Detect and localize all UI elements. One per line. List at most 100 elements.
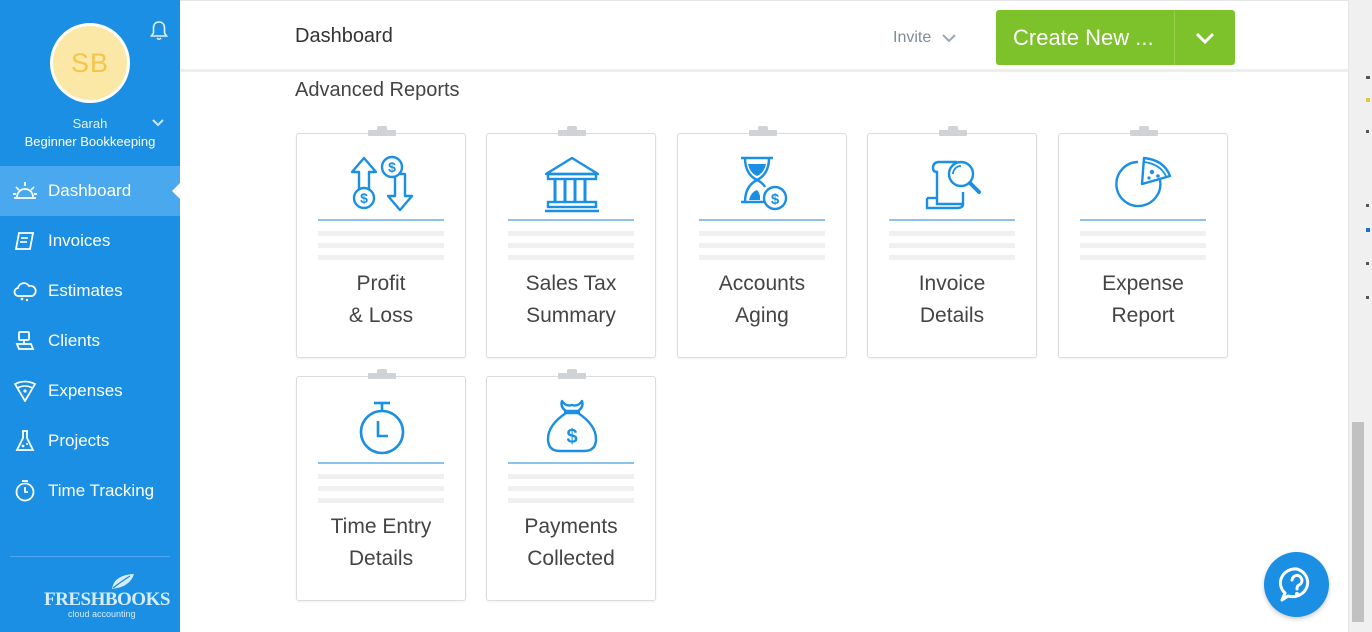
client-icon: [12, 328, 38, 354]
logo-text: FRESHBOOKS: [44, 589, 170, 610]
project-flask-icon: [12, 428, 38, 454]
report-label: Invoice Details: [868, 268, 1036, 332]
page-title: Dashboard: [295, 25, 393, 47]
sidebar-item-dashboard[interactable]: Dashboard: [0, 166, 180, 216]
card-placeholder-line: [1080, 243, 1206, 248]
card-placeholder-line: [508, 498, 634, 503]
create-new-dropdown[interactable]: [1175, 10, 1235, 65]
card-divider: [508, 219, 634, 221]
card-placeholder-line: [318, 498, 444, 503]
report-label: Expense Report: [1059, 268, 1227, 332]
clip-icon: [368, 126, 396, 136]
sidebar-item-label: Projects: [48, 431, 110, 450]
sidebar-item-projects[interactable]: Projects: [0, 416, 180, 466]
card-placeholder-line: [508, 255, 634, 260]
sidebar-item-time-tracking[interactable]: Time Tracking: [0, 466, 180, 516]
sidebar-item-label: Estimates: [48, 281, 123, 300]
create-new-label: Create New ...: [1013, 24, 1154, 50]
freshbooks-logo[interactable]: FRESHBOOKS cloud accounting: [42, 573, 170, 621]
card-placeholder-line: [318, 486, 444, 491]
bank-icon: [537, 154, 607, 216]
report-card-profit-loss[interactable]: $ $ Profit & Loss: [296, 126, 466, 358]
help-button[interactable]: [1264, 552, 1329, 617]
report-label: Profit & Loss: [297, 268, 465, 332]
report-label-line1: Sales Tax: [525, 272, 617, 295]
report-card-expense-report[interactable]: Expense Report: [1058, 126, 1228, 358]
invite-label: Invite: [893, 29, 932, 46]
svg-text:$: $: [771, 191, 780, 208]
help-question-icon: [1278, 566, 1309, 601]
svg-text:$: $: [388, 159, 396, 175]
sidebar-item-estimates[interactable]: Estimates: [0, 266, 180, 316]
top-header: Dashboard Invite Create New ...: [180, 0, 1348, 72]
sidebar: SB Sarah Beginner Bookkeeping Dashboard …: [0, 0, 180, 632]
sidebar-item-clients[interactable]: Clients: [0, 316, 180, 366]
chevron-down-icon: [1195, 32, 1215, 44]
clip-icon: [558, 369, 586, 379]
card-placeholder-line: [318, 474, 444, 479]
pizza-icon: [1109, 154, 1179, 216]
clip-icon: [368, 369, 396, 379]
report-label-line1: Expense: [1102, 272, 1184, 295]
bell-icon[interactable]: [149, 20, 169, 42]
report-label: Payments Collected: [487, 511, 655, 575]
avatar[interactable]: SB: [50, 23, 130, 103]
report-label-line2: & Loss: [348, 304, 414, 327]
card-divider: [699, 219, 825, 221]
invite-dropdown[interactable]: Invite: [893, 29, 957, 47]
sidebar-item-invoices[interactable]: Invoices: [0, 216, 180, 266]
card-divider: [318, 219, 444, 221]
report-label-line1: Accounts: [718, 272, 806, 295]
report-label-line2: Details: [348, 547, 414, 570]
report-card-invoice-details[interactable]: Invoice Details: [867, 126, 1037, 358]
sidebar-nav: Dashboard Invoices Estimates Clients Exp…: [0, 166, 180, 516]
scrollbar-markers: [1366, 76, 1370, 299]
report-label-line1: Time Entry: [330, 515, 432, 538]
profit-loss-icon: $ $: [347, 154, 417, 216]
report-label-line1: Invoice: [918, 272, 986, 295]
report-label-line1: Profit: [356, 272, 406, 295]
sidebar-item-label: Dashboard: [48, 181, 132, 200]
report-card-time-entry-details[interactable]: Time Entry Details: [296, 369, 466, 601]
sidebar-item-label: Expenses: [48, 381, 123, 400]
card-placeholder-line: [1080, 255, 1206, 260]
svg-text:$: $: [360, 190, 368, 206]
sidebar-item-label: Time Tracking: [48, 481, 155, 500]
report-label: Accounts Aging: [678, 268, 846, 332]
card-placeholder-line: [508, 243, 634, 248]
card-divider: [508, 462, 634, 464]
money-bag-icon: $: [537, 397, 607, 459]
logo-subtitle: cloud accounting: [68, 609, 136, 619]
card-placeholder-line: [318, 243, 444, 248]
card-placeholder-line: [699, 243, 825, 248]
clip-icon: [939, 126, 967, 136]
clip-icon: [1130, 126, 1158, 136]
report-label-line2: Details: [919, 304, 985, 327]
create-new-button[interactable]: Create New ...: [996, 10, 1235, 65]
card-placeholder-line: [318, 255, 444, 260]
card-placeholder-line: [699, 231, 825, 236]
card-divider: [1080, 219, 1206, 221]
report-card-payments-collected[interactable]: $ Payments Collected: [486, 369, 656, 601]
sidebar-divider: [10, 556, 170, 557]
card-placeholder-line: [889, 243, 1015, 248]
card-placeholder-line: [1080, 231, 1206, 236]
clip-icon: [749, 126, 777, 136]
report-label-line2: Aging: [735, 304, 789, 327]
avatar-initials: SB: [70, 47, 110, 78]
expense-pizza-icon: [12, 378, 38, 404]
estimate-cloud-icon: [12, 278, 38, 304]
card-placeholder-line: [508, 474, 634, 479]
scrollbar-thumb[interactable]: [1352, 422, 1364, 622]
stopwatch-icon: [347, 397, 417, 459]
sidebar-item-label: Invoices: [48, 231, 111, 250]
sidebar-item-expenses[interactable]: Expenses: [0, 366, 180, 416]
vertical-scrollbar[interactable]: [1348, 0, 1372, 632]
dashboard-sun-icon: [12, 178, 38, 204]
report-card-sales-tax-summary[interactable]: Sales Tax Summary: [486, 126, 656, 358]
user-organization[interactable]: Beginner Bookkeeping: [0, 134, 180, 149]
chevron-down-icon[interactable]: [151, 118, 165, 128]
document-search-icon: [918, 154, 988, 216]
invoice-icon: [12, 228, 38, 254]
report-card-accounts-aging[interactable]: $ Accounts Aging: [677, 126, 847, 358]
